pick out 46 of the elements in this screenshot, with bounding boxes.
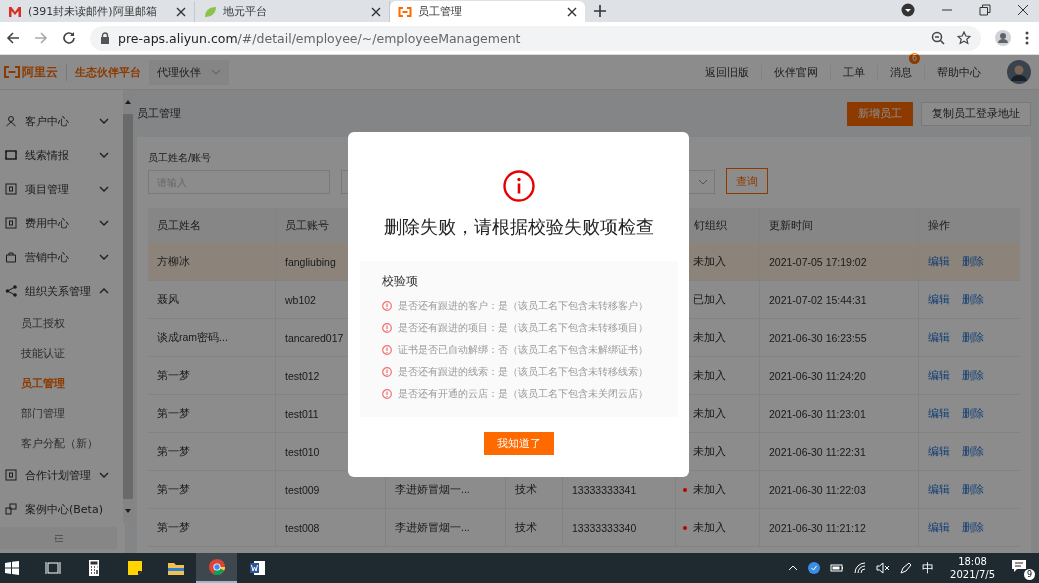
table-cell-text: 第一梦 xyxy=(156,481,191,497)
check-item: 是否还有跟进的项目：是（该员工名下包含未转移项目） xyxy=(397,320,648,335)
platform-name: 生态伙伴平台 xyxy=(75,64,141,80)
table-cell: 李进娇冒烟一... xyxy=(385,509,505,546)
status-text: 已加入 xyxy=(693,292,726,307)
table-cell: 2021-06-30 11:24:20 xyxy=(759,357,918,394)
table-cell: 2021-06-30 11:22:03 xyxy=(759,471,918,508)
page-title: 员工管理 xyxy=(137,106,181,121)
table-cell: 2021-06-30 16:23:55 xyxy=(759,319,918,356)
table-cell: test008 xyxy=(275,509,385,546)
check-item: 是否还有跟进的客户：是（该员工名下包含未转移客户） xyxy=(397,298,648,313)
check-item: 是否还有跟进的线索：是（该员工名下包含未转移线索） xyxy=(397,364,648,379)
table-cell-text: 方柳冰 xyxy=(156,253,191,269)
table-cell-text: 第一梦 xyxy=(156,367,191,383)
table-cell-text: 第一梦 xyxy=(156,443,191,459)
status-text: 未加入 xyxy=(693,482,726,497)
table-cell-text: 第一梦 xyxy=(156,519,191,535)
status-text: 未加入 xyxy=(693,368,726,383)
table-cell: 2021-06-30 11:23:01 xyxy=(759,395,918,432)
tab-title: 地元平台 xyxy=(223,4,268,19)
status-text: 未加入 xyxy=(693,444,726,459)
status-text: 未加入 xyxy=(693,330,726,345)
tab-title: 员工管理 xyxy=(418,4,463,19)
count-badge: 9 xyxy=(1024,569,1035,580)
url-host: pre-aps.aliyun.com xyxy=(118,30,238,46)
table-cell-text: 谈成ram密码... xyxy=(156,329,229,345)
check-item: 是否还有开通的云店：是（该员工名下包含未关闭云店） xyxy=(397,386,648,401)
check-item: 证书是否已自动解绑：否（该员工名下包含未解绑证书） xyxy=(397,342,648,357)
table-cell-text: 第一梦 xyxy=(156,405,191,421)
status-text: 未加入 xyxy=(693,520,726,535)
table-cell: 2021-06-30 11:21:12 xyxy=(759,509,918,546)
url-path: /#/detail/employee/~/employeeManagement xyxy=(237,30,521,46)
tab-title: (391封未读邮件)阿里邮箱 xyxy=(28,4,158,19)
logo-text: 阿里云 xyxy=(22,63,58,81)
table-cell-text: 聂风 xyxy=(156,291,180,307)
table-cell: 2021-07-05 17:19:02 xyxy=(759,243,918,280)
status-text: 未加入 xyxy=(693,254,726,269)
status-text: 未加入 xyxy=(693,406,726,421)
table-cell: 13333333340 xyxy=(562,509,675,546)
dialog-title: 删除失败，请根据校验失败项检查 xyxy=(383,215,654,239)
table-cell: 2021-07-02 15:44:31 xyxy=(759,281,918,318)
table-cell: 2021-06-30 11:22:31 xyxy=(759,433,918,470)
column-header: 员工姓名 xyxy=(156,217,202,233)
count-badge: 6 xyxy=(908,52,920,64)
table-cell: 技术 xyxy=(505,509,562,546)
field-label: 员工姓名/账号 xyxy=(148,151,213,165)
